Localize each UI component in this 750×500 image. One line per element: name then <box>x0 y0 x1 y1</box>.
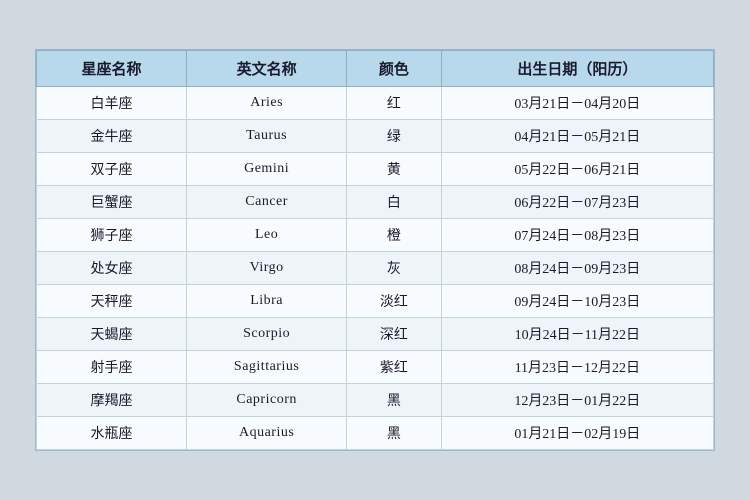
cell-chinese: 射手座 <box>37 351 187 384</box>
cell-english: Aries <box>187 87 347 120</box>
cell-dates: 03月21日－04月20日 <box>441 87 713 120</box>
cell-chinese: 处女座 <box>37 252 187 285</box>
cell-chinese: 狮子座 <box>37 219 187 252</box>
header-dates: 出生日期（阳历） <box>441 51 713 87</box>
cell-chinese: 天蝎座 <box>37 318 187 351</box>
cell-color: 深红 <box>347 318 442 351</box>
header-english: 英文名称 <box>187 51 347 87</box>
cell-chinese: 天秤座 <box>37 285 187 318</box>
zodiac-table-wrapper: 星座名称 英文名称 颜色 出生日期（阳历） 白羊座Aries红03月21日－04… <box>35 49 715 451</box>
table-row: 处女座Virgo灰08月24日－09月23日 <box>37 252 714 285</box>
table-row: 水瓶座Aquarius黑01月21日－02月19日 <box>37 417 714 450</box>
cell-english: Scorpio <box>187 318 347 351</box>
cell-chinese: 金牛座 <box>37 120 187 153</box>
cell-dates: 09月24日－10月23日 <box>441 285 713 318</box>
cell-color: 淡红 <box>347 285 442 318</box>
cell-english: Leo <box>187 219 347 252</box>
cell-dates: 12月23日－01月22日 <box>441 384 713 417</box>
cell-color: 黑 <box>347 384 442 417</box>
cell-dates: 08月24日－09月23日 <box>441 252 713 285</box>
cell-english: Cancer <box>187 186 347 219</box>
table-row: 双子座Gemini黄05月22日－06月21日 <box>37 153 714 186</box>
table-row: 天秤座Libra淡红09月24日－10月23日 <box>37 285 714 318</box>
cell-color: 红 <box>347 87 442 120</box>
table-row: 射手座Sagittarius紫红11月23日－12月22日 <box>37 351 714 384</box>
cell-chinese: 双子座 <box>37 153 187 186</box>
table-row: 天蝎座Scorpio深红10月24日－11月22日 <box>37 318 714 351</box>
cell-english: Virgo <box>187 252 347 285</box>
table-body: 白羊座Aries红03月21日－04月20日金牛座Taurus绿04月21日－0… <box>37 87 714 450</box>
cell-color: 黄 <box>347 153 442 186</box>
cell-color: 橙 <box>347 219 442 252</box>
cell-color: 白 <box>347 186 442 219</box>
cell-english: Libra <box>187 285 347 318</box>
cell-color: 绿 <box>347 120 442 153</box>
cell-color: 紫红 <box>347 351 442 384</box>
cell-dates: 01月21日－02月19日 <box>441 417 713 450</box>
cell-dates: 06月22日－07月23日 <box>441 186 713 219</box>
cell-chinese: 摩羯座 <box>37 384 187 417</box>
table-row: 巨蟹座Cancer白06月22日－07月23日 <box>37 186 714 219</box>
table-row: 金牛座Taurus绿04月21日－05月21日 <box>37 120 714 153</box>
cell-chinese: 水瓶座 <box>37 417 187 450</box>
cell-dates: 10月24日－11月22日 <box>441 318 713 351</box>
cell-color: 黑 <box>347 417 442 450</box>
cell-english: Gemini <box>187 153 347 186</box>
cell-english: Aquarius <box>187 417 347 450</box>
header-color: 颜色 <box>347 51 442 87</box>
cell-color: 灰 <box>347 252 442 285</box>
cell-english: Capricorn <box>187 384 347 417</box>
cell-english: Taurus <box>187 120 347 153</box>
cell-chinese: 巨蟹座 <box>37 186 187 219</box>
cell-chinese: 白羊座 <box>37 87 187 120</box>
cell-dates: 04月21日－05月21日 <box>441 120 713 153</box>
cell-english: Sagittarius <box>187 351 347 384</box>
cell-dates: 05月22日－06月21日 <box>441 153 713 186</box>
table-row: 摩羯座Capricorn黑12月23日－01月22日 <box>37 384 714 417</box>
cell-dates: 07月24日－08月23日 <box>441 219 713 252</box>
table-row: 白羊座Aries红03月21日－04月20日 <box>37 87 714 120</box>
table-row: 狮子座Leo橙07月24日－08月23日 <box>37 219 714 252</box>
zodiac-table: 星座名称 英文名称 颜色 出生日期（阳历） 白羊座Aries红03月21日－04… <box>36 50 714 450</box>
header-chinese: 星座名称 <box>37 51 187 87</box>
table-header-row: 星座名称 英文名称 颜色 出生日期（阳历） <box>37 51 714 87</box>
cell-dates: 11月23日－12月22日 <box>441 351 713 384</box>
